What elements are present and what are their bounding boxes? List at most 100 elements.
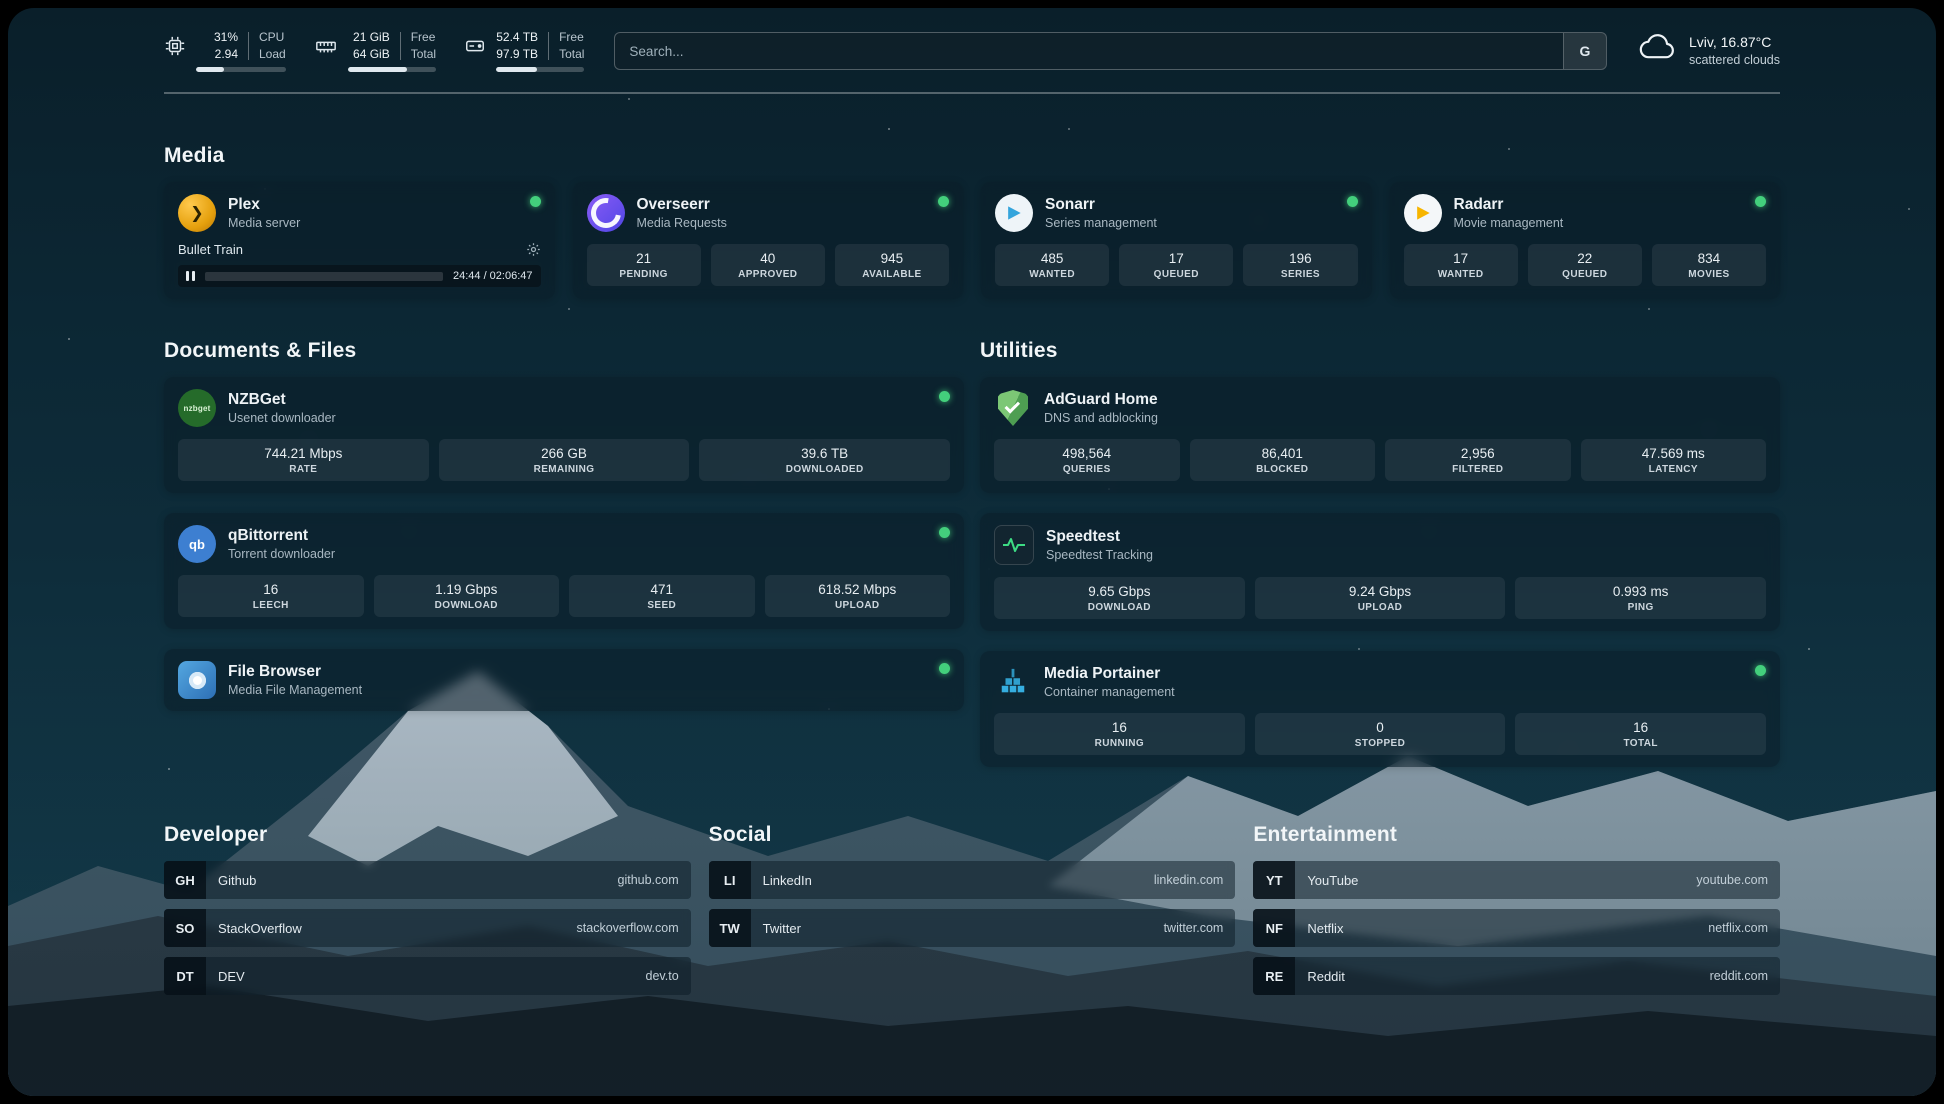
stats-row: 498,564 QUERIES 86,401 BLOCKED 2,956 FIL… <box>994 439 1766 481</box>
bookmark-dev[interactable]: DT DEV dev.to <box>164 957 691 995</box>
widget-divider <box>548 32 549 60</box>
stat-downloaded: 39.6 TB DOWNLOADED <box>699 439 950 481</box>
ram-free-label: Free <box>411 30 436 45</box>
app-card-adguard[interactable]: AdGuard Home DNS and adblocking 498,564 … <box>980 377 1780 493</box>
stat-rate: 744.21 Mbps RATE <box>178 439 429 481</box>
app-name: Sonarr <box>1045 196 1157 214</box>
cpu-percent: 31% <box>196 30 238 45</box>
bookmark-name: Reddit <box>1307 969 1345 984</box>
app-card-overseerr[interactable]: Overseerr Media Requests 21 PENDING 40 A… <box>573 182 964 299</box>
stat-label: STOPPED <box>1259 738 1502 749</box>
app-card-plex[interactable]: Plex Media server Bullet Train 24:44 / <box>164 182 555 299</box>
app-card-speedtest[interactable]: Speedtest Speedtest Tracking 9.65 Gbps D… <box>980 513 1780 631</box>
stat-value: 945 <box>839 251 945 266</box>
bookmark-reddit[interactable]: RE Reddit reddit.com <box>1253 957 1780 995</box>
stat-value: 21 <box>591 251 697 266</box>
stat-value: 266 GB <box>443 446 686 461</box>
app-name: Speedtest <box>1046 528 1153 546</box>
bookmark-url: youtube.com <box>1696 873 1768 887</box>
bookmark-stackoverflow[interactable]: SO StackOverflow stackoverflow.com <box>164 909 691 947</box>
player-seekbar[interactable]: 24:44 / 02:06:47 <box>178 265 541 287</box>
stat-filtered: 2,956 FILTERED <box>1385 439 1571 481</box>
bookmark-group-title: Social <box>709 823 1236 847</box>
stat-value: 9.65 Gbps <box>998 584 1241 599</box>
section-title-documents: Documents & Files <box>164 339 964 363</box>
stat-label: QUEUED <box>1532 269 1638 280</box>
dashboard-screen: 31% 2.94 CPU Load <box>8 8 1936 1096</box>
bookmark-github[interactable]: GH Github github.com <box>164 861 691 899</box>
section-title-media: Media <box>164 144 1780 168</box>
stat-seed: 471 SEED <box>569 575 755 617</box>
disk-usage-bar <box>496 67 584 72</box>
stat-value: 485 <box>999 251 1105 266</box>
bookmark-name: Netflix <box>1307 921 1343 936</box>
stat-label: BLOCKED <box>1194 464 1372 475</box>
shield-shape <box>998 390 1028 426</box>
app-card-qbittorrent[interactable]: qb qBittorrent Torrent downloader 16 LEE… <box>164 513 964 629</box>
stat-value: 0.993 ms <box>1519 584 1762 599</box>
stat-label: LATENCY <box>1585 464 1763 475</box>
top-bar: 31% 2.94 CPU Load <box>164 8 1780 72</box>
stat-upload: 9.24 Gbps UPLOAD <box>1255 577 1506 619</box>
stats-row: 17 WANTED 22 QUEUED 834 MOVIES <box>1404 244 1767 286</box>
app-desc: Movie management <box>1454 216 1564 230</box>
bookmark-youtube[interactable]: YT YouTube youtube.com <box>1253 861 1780 899</box>
search-engine-button[interactable]: G <box>1563 33 1606 69</box>
stat-running: 16 RUNNING <box>994 713 1245 755</box>
status-online-dot <box>530 196 541 207</box>
app-desc: Media Requests <box>637 216 727 230</box>
app-card-portainer[interactable]: Media Portainer Container management 16 … <box>980 651 1780 767</box>
stat-wanted: 17 WANTED <box>1404 244 1518 286</box>
stat-value: 16 <box>998 720 1241 735</box>
filebrowser-inner-glyph <box>189 672 206 689</box>
stat-value: 1.19 Gbps <box>378 582 556 597</box>
status-online-dot <box>1755 665 1766 676</box>
stat-latency: 47.569 ms LATENCY <box>1581 439 1767 481</box>
stat-label: TOTAL <box>1519 738 1762 749</box>
search-input[interactable] <box>615 33 1563 69</box>
bookmark-netflix[interactable]: NF Netflix netflix.com <box>1253 909 1780 947</box>
app-card-sonarr[interactable]: Sonarr Series management 485 WANTED 17 Q… <box>981 182 1372 299</box>
bookmark-group-title: Developer <box>164 823 691 847</box>
section-title-utilities: Utilities <box>980 339 1780 363</box>
stat-value: 618.52 Mbps <box>769 582 947 597</box>
stat-label: SERIES <box>1247 269 1353 280</box>
system-widgets: 31% 2.94 CPU Load <box>164 30 584 72</box>
stat-total: 16 TOTAL <box>1515 713 1766 755</box>
app-card-filebrowser[interactable]: File Browser Media File Management <box>164 649 964 711</box>
app-desc: Torrent downloader <box>228 547 335 561</box>
bookmark-url: linkedin.com <box>1154 873 1223 887</box>
now-playing-title: Bullet Train <box>178 242 243 257</box>
stat-value: 16 <box>1519 720 1762 735</box>
stat-label: QUERIES <box>998 464 1176 475</box>
stat-wanted: 485 WANTED <box>995 244 1109 286</box>
app-card-radarr[interactable]: Radarr Movie management 17 WANTED 22 QUE… <box>1390 182 1781 299</box>
stat-label: DOWNLOAD <box>378 600 556 611</box>
plex-chevron-glyph <box>190 203 203 223</box>
stat-blocked: 86,401 BLOCKED <box>1190 439 1376 481</box>
stat-label: WANTED <box>999 269 1105 280</box>
app-name: Overseerr <box>637 196 727 214</box>
bookmark-twitter[interactable]: TW Twitter twitter.com <box>709 909 1236 947</box>
gear-icon[interactable] <box>526 242 541 257</box>
stat-value: 40 <box>715 251 821 266</box>
ram-icon <box>314 35 338 62</box>
cloud-icon <box>1637 33 1677 68</box>
disk-total: 97.9 TB <box>496 47 538 62</box>
status-online-dot <box>939 527 950 538</box>
stat-label: REMAINING <box>443 464 686 475</box>
bookmark-name: Github <box>218 873 256 888</box>
disk-widget: 52.4 TB 97.9 TB Free Total <box>464 30 584 72</box>
cpu-usage-bar <box>196 67 286 72</box>
stat-value: 498,564 <box>998 446 1176 461</box>
bookmark-linkedin[interactable]: LI LinkedIn linkedin.com <box>709 861 1236 899</box>
app-name: qBittorrent <box>228 527 335 545</box>
bookmark-abbr: GH <box>164 861 206 899</box>
stat-label: DOWNLOAD <box>998 602 1241 613</box>
cpu-load-label: Load <box>259 47 286 62</box>
stat-value: 9.24 Gbps <box>1259 584 1502 599</box>
app-card-nzbget[interactable]: nzbget NZBGet Usenet downloader 744.21 M… <box>164 377 964 493</box>
pause-button[interactable] <box>186 271 195 281</box>
cpu-label: CPU <box>259 30 286 45</box>
stats-row: 16 RUNNING 0 STOPPED 16 TOTAL <box>994 713 1766 755</box>
